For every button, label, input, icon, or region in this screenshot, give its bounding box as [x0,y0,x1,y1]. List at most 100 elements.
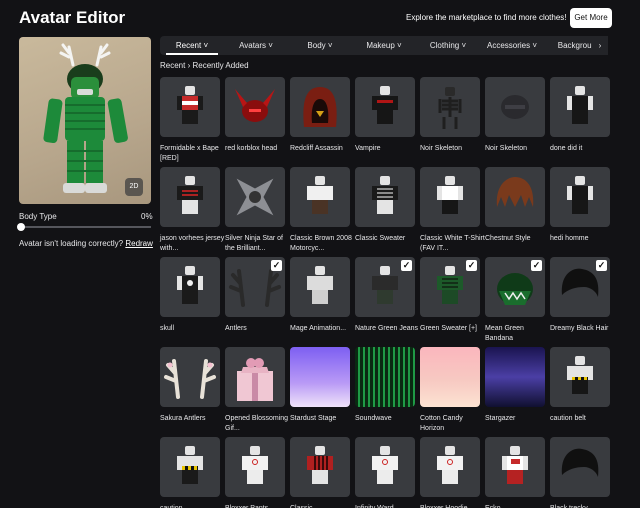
avatar-item-card[interactable]: caution [160,437,220,508]
avatar-item-card[interactable]: red korblox head [225,77,285,154]
item-thumbnail[interactable] [225,77,285,137]
get-more-button[interactable]: Get More [570,8,612,28]
tab-recent[interactable]: Recent ˅ [160,36,224,55]
item-thumbnail[interactable] [550,347,610,407]
avatar-item-card[interactable]: Stardust Stage [290,347,350,424]
avatar-item-card[interactable]: Chestnut Style [485,167,545,244]
avatar-item-card[interactable]: jason vorhees jersey with... [160,167,224,254]
equipped-check-icon[interactable]: ✓ [531,260,542,271]
tab-accessories[interactable]: Accessories ˅ [480,36,544,55]
item-thumbnail[interactable] [485,77,545,137]
body-type-slider[interactable] [17,223,151,231]
item-thumbnail[interactable] [420,167,480,227]
item-thumbnail[interactable] [290,347,350,407]
tab-avatars[interactable]: Avatars ˅ [224,36,288,55]
avatar-item-card[interactable]: ✓ Dreamy Black Hair [550,257,610,334]
item-thumbnail[interactable] [355,437,415,497]
avatar-item-card[interactable]: hedi homme [550,167,610,244]
item-thumbnail[interactable] [420,437,480,497]
item-thumbnail[interactable] [225,347,285,407]
redraw-link[interactable]: Redraw [125,239,153,248]
avatar-item-card[interactable]: Soundwave [355,347,415,424]
item-thumbnail[interactable] [355,167,415,227]
avatar-item-card[interactable]: ✓ Antlers [225,257,285,334]
equipped-check-icon[interactable]: ✓ [596,260,607,271]
avatar-item-card[interactable]: skull [160,257,220,334]
equipped-check-icon[interactable]: ✓ [401,260,412,271]
avatar-item-card[interactable]: ✓ Green Sweater [+] [420,257,480,334]
item-thumbnail[interactable] [550,77,610,137]
view-2d-toggle[interactable]: 2D [125,178,143,196]
item-thumbnail[interactable] [160,77,220,137]
item-thumbnail[interactable] [290,437,350,497]
avatar-item-card[interactable]: Classic [290,437,350,508]
avatar-help: Avatar isn't loading correctly? Redraw [19,239,153,248]
avatar-item-card[interactable]: caution belt [550,347,610,424]
item-thumbnail[interactable] [290,77,350,137]
hood-icon [303,87,337,127]
avatar-preview[interactable]: 2D [19,37,151,204]
avatar-item-card[interactable]: Formidable x Bape [RED] [160,77,220,164]
avatar-item-card[interactable]: Vampire [355,77,415,154]
avatar-item-card[interactable]: Ecko [485,437,545,508]
avatar-item-card[interactable]: Classic Sweater [355,167,415,244]
item-thumbnail[interactable] [160,257,220,317]
item-thumbnail[interactable] [420,347,480,407]
item-thumbnail[interactable]: ✓ [420,257,480,317]
item-thumbnail[interactable] [160,347,220,407]
breadcrumb: Recent › Recently Added [160,61,249,70]
avatar-item-card[interactable]: ✓ Nature Green Jeans [355,257,418,334]
item-thumbnail[interactable] [420,77,480,137]
item-thumbnail[interactable] [550,437,610,497]
item-thumbnail[interactable]: ✓ [225,257,285,317]
item-name: Cotton Candy Horizon [420,415,463,432]
avatar-item-card[interactable]: Sakura Antlers [160,347,220,424]
equipped-check-icon[interactable]: ✓ [466,260,477,271]
item-thumbnail[interactable] [225,437,285,497]
item-thumbnail[interactable] [485,437,545,497]
avatar-item-card[interactable]: Redcliff Assassin [290,77,350,154]
item-thumbnail[interactable] [355,347,415,407]
equipped-check-icon[interactable]: ✓ [271,260,282,271]
body-type-slider-knob[interactable] [17,223,25,231]
item-thumbnail[interactable] [290,167,350,227]
avatar-item-card[interactable]: Opened Blossoming Gif... [225,347,288,434]
item-thumbnail[interactable] [485,167,545,227]
breadcrumb-root[interactable]: Recent [160,61,185,70]
figure-icon [567,356,593,398]
tab-makeup[interactable]: Makeup ˅ [352,36,416,55]
avatar-item-card[interactable]: Classic Brown 2008 Motorcyc... [290,167,352,254]
avatar-item-card[interactable]: Black trecky [550,437,610,508]
item-thumbnail[interactable] [160,437,220,497]
figure-icon [567,176,593,218]
avatar-item-card[interactable]: Noir Skeleton [420,77,480,154]
tabs-next-button[interactable]: › [592,36,608,55]
avatar-item-card[interactable]: Noir Skeleton [485,77,545,154]
item-thumbnail[interactable] [355,77,415,137]
breadcrumb-current: Recently Added [192,61,249,70]
tab-clothing[interactable]: Clothing ˅ [416,36,480,55]
avatar-item-card[interactable]: Bloxxer Hoodie [420,437,480,508]
item-name: Dreamy Black Hair [550,325,609,332]
figure-icon [502,446,528,488]
item-thumbnail[interactable] [485,347,545,407]
tab-body[interactable]: Body ˅ [288,36,352,55]
item-thumbnail[interactable] [290,257,350,317]
avatar-item-card[interactable]: Classic White T-Shirt (FAV IT... [420,167,485,254]
figure-icon [437,176,463,218]
item-thumbnail[interactable] [550,167,610,227]
item-thumbnail[interactable]: ✓ [550,257,610,317]
item-thumbnail[interactable] [160,167,220,227]
item-thumbnail[interactable] [225,167,285,227]
avatar-item-card[interactable]: ✓ Mean Green Bandana [485,257,545,344]
avatar-item-card[interactable]: Stargazer [485,347,545,424]
item-thumbnail[interactable]: ✓ [485,257,545,317]
avatar-item-card[interactable]: done did it [550,77,610,154]
avatar-item-card[interactable]: Infinity Ward [355,437,415,508]
avatar-item-card[interactable]: Silver Ninja Star of the Brilliant... [225,167,285,254]
item-thumbnail[interactable]: ✓ [355,257,415,317]
avatar-item-card[interactable]: Mage Animation... [290,257,350,334]
figure-icon [307,176,333,218]
avatar-item-card[interactable]: Bloxxer Pants [225,437,285,508]
avatar-item-card[interactable]: Cotton Candy Horizon [420,347,480,434]
